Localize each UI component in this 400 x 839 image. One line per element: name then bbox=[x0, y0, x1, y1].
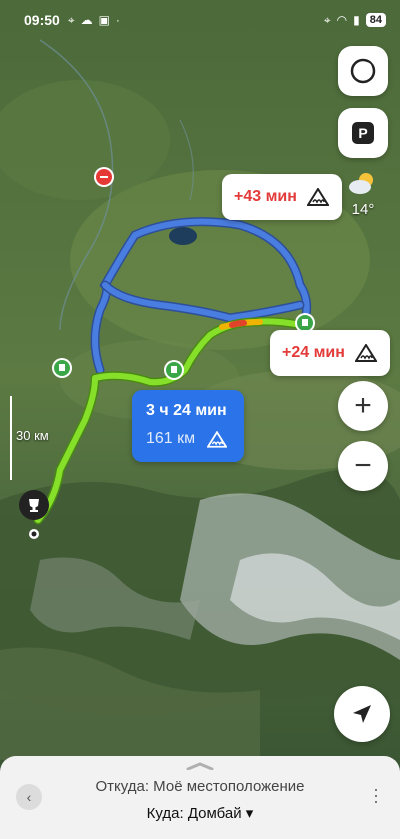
route-duration: 3 ч 24 мин bbox=[146, 402, 227, 419]
scale-bar bbox=[10, 396, 12, 480]
bumpy-road-icon bbox=[207, 430, 228, 448]
weather-widget[interactable]: 14° bbox=[336, 170, 390, 218]
location-status-icon: ⌖ bbox=[67, 12, 75, 27]
sheet-handle-icon[interactable] bbox=[186, 762, 214, 770]
signal-icon: ▮ bbox=[353, 13, 360, 27]
route-distance: 161 км bbox=[146, 430, 196, 447]
poi-marker bbox=[52, 358, 72, 378]
navigation-arrow-icon bbox=[353, 705, 371, 723]
bumpy-road-icon bbox=[306, 188, 329, 206]
to-destination[interactable]: Куда: Домбай ▾ bbox=[0, 804, 400, 822]
status-time: 09:50 bbox=[24, 12, 60, 28]
parking-button[interactable]: P bbox=[338, 108, 388, 158]
status-bar: 09:50 ⌖ ☁ ▣ · ⌖ ◠ ▮ 84 bbox=[0, 0, 400, 40]
bumpy-road-icon bbox=[354, 344, 377, 362]
layers-icon bbox=[350, 58, 376, 84]
location-indicator-icon: ⌖ bbox=[323, 12, 331, 27]
selected-route-bubble[interactable]: 3 ч 24 мин 161 км bbox=[132, 390, 244, 462]
warning-marker bbox=[94, 167, 114, 187]
route-bottom-sheet[interactable]: ‹ Откуда: Моё местоположение Куда: Домба… bbox=[0, 756, 400, 839]
layers-button[interactable] bbox=[338, 46, 388, 96]
zoom-out-button[interactable]: − bbox=[338, 441, 388, 491]
parking-icon: P bbox=[352, 122, 374, 144]
route-delay-label: +24 мин bbox=[282, 344, 345, 361]
my-location-button[interactable] bbox=[334, 686, 390, 742]
more-options-icon[interactable]: · · · bbox=[372, 780, 380, 810]
scale-label: 30 км bbox=[16, 428, 49, 443]
more-dots-icon: · bbox=[115, 13, 120, 27]
alternative-route-bubble-2[interactable]: +24 мин bbox=[270, 330, 390, 376]
screenshot-status-icon: ▣ bbox=[98, 13, 110, 27]
zoom-in-button[interactable]: + bbox=[338, 381, 388, 431]
from-location[interactable]: Откуда: Моё местоположение bbox=[0, 778, 400, 795]
wifi-icon: ◠ bbox=[336, 13, 348, 27]
poi-marker bbox=[164, 360, 184, 380]
route-delay-label: +43 мин bbox=[234, 188, 297, 205]
temperature-label: 14° bbox=[351, 201, 375, 218]
minus-icon: − bbox=[354, 449, 372, 482]
plus-icon: + bbox=[354, 389, 372, 422]
cloud-status-icon: ☁ bbox=[80, 13, 93, 27]
alternative-route-bubble-1[interactable]: +43 мин bbox=[222, 174, 342, 220]
partly-cloudy-icon bbox=[349, 173, 373, 194]
battery-indicator: 84 bbox=[365, 13, 386, 27]
